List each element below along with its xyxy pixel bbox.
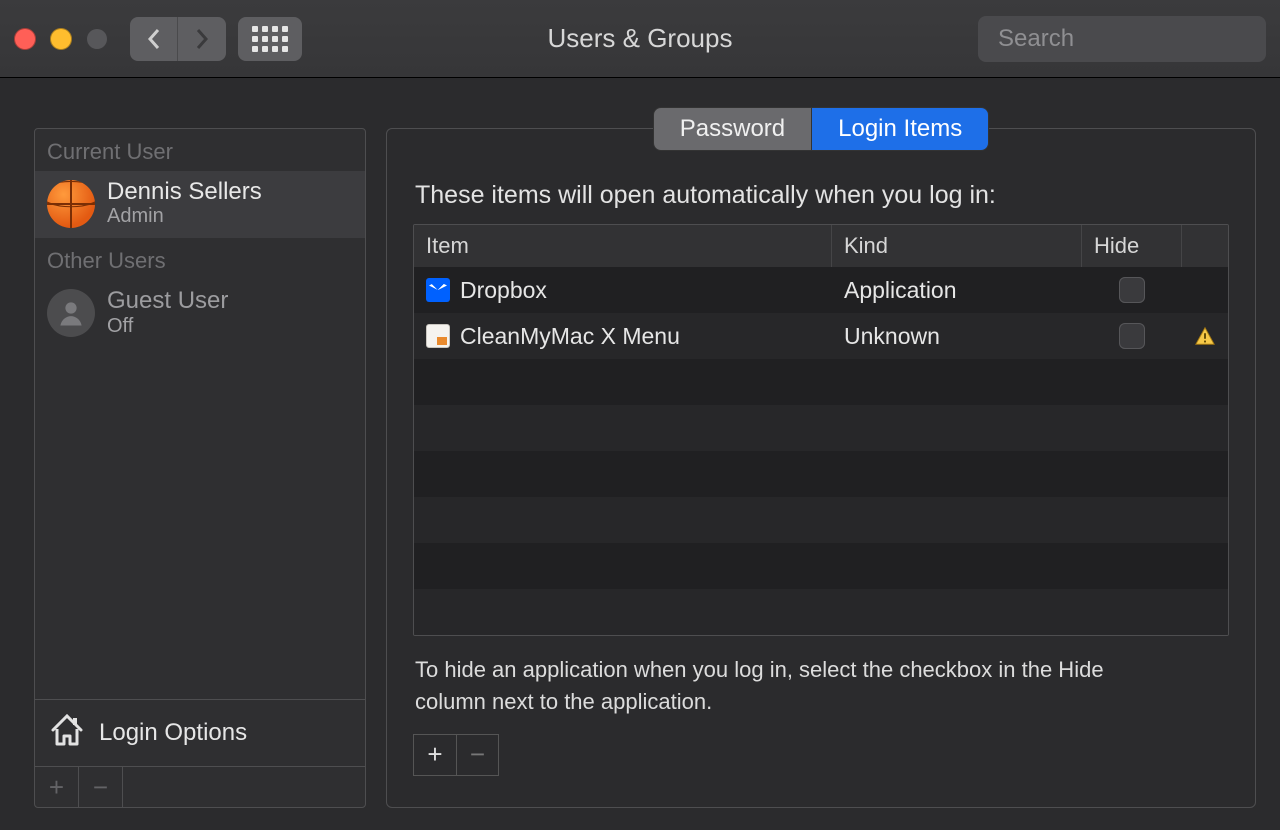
col-hide[interactable]: Hide — [1082, 225, 1182, 267]
kind-cell: Application — [832, 277, 1082, 304]
warning-cell — [1182, 322, 1228, 350]
user-status: Off — [107, 315, 228, 338]
user-name: Dennis Sellers — [107, 179, 262, 205]
forward-button[interactable] — [178, 17, 226, 61]
item-cell: CleanMyMac X Menu — [414, 323, 832, 350]
item-cell: Dropbox — [414, 277, 832, 304]
main-panel: Password Login Items These items will op… — [386, 128, 1256, 808]
minimize-window-button[interactable] — [50, 28, 72, 50]
login-options-label: Login Options — [99, 719, 247, 747]
remove-user-button[interactable]: − — [79, 767, 123, 807]
zoom-window-button[interactable] — [86, 28, 108, 50]
login-items-intro: These items will open automatically when… — [415, 181, 1227, 210]
window-controls — [14, 28, 108, 50]
login-items-add-remove: + − — [413, 734, 499, 776]
user-name: Guest User — [107, 288, 228, 314]
table-header: Item Kind Hide — [414, 225, 1228, 267]
table-row-empty — [414, 405, 1228, 451]
titlebar: Users & Groups — [0, 0, 1280, 78]
col-item[interactable]: Item — [414, 225, 832, 267]
search-field[interactable] — [978, 16, 1266, 62]
sidebar-add-remove: + − — [35, 766, 365, 807]
item-name: Dropbox — [460, 277, 547, 304]
nav-back-forward — [130, 17, 226, 61]
close-window-button[interactable] — [14, 28, 36, 50]
avatar — [47, 289, 95, 337]
sidebar: Current User Dennis Sellers Admin Other … — [34, 128, 366, 808]
table-row[interactable]: CleanMyMac X Menu Unknown — [414, 313, 1228, 359]
table-row-empty — [414, 589, 1228, 635]
table-row-empty — [414, 451, 1228, 497]
doc-icon — [426, 324, 450, 348]
table-row[interactable]: Dropbox Application — [414, 267, 1228, 313]
hide-cell — [1082, 277, 1182, 303]
add-user-button[interactable]: + — [35, 767, 79, 807]
col-kind[interactable]: Kind — [832, 225, 1082, 267]
hide-cell — [1082, 323, 1182, 349]
user-role: Admin — [107, 205, 262, 228]
grid-icon — [252, 26, 288, 52]
table-row-empty — [414, 497, 1228, 543]
search-input[interactable] — [998, 25, 1280, 53]
add-login-item-button[interactable]: + — [414, 735, 456, 775]
table-row-empty — [414, 543, 1228, 589]
avatar — [47, 180, 95, 228]
tab-bar: Password Login Items — [413, 107, 1229, 151]
hide-hint: To hide an application when you log in, … — [415, 654, 1175, 718]
other-users-header: Other Users — [35, 238, 365, 280]
tab-login-items[interactable]: Login Items — [812, 107, 989, 151]
hide-checkbox[interactable] — [1119, 277, 1145, 303]
sidebar-user-guest[interactable]: Guest User Off — [35, 280, 365, 347]
house-icon — [47, 710, 87, 756]
table-row-empty — [414, 359, 1228, 405]
login-items-table: Item Kind Hide Dropbox Application CleanMy… — [413, 224, 1229, 636]
back-button[interactable] — [130, 17, 178, 61]
kind-cell: Unknown — [832, 323, 1082, 350]
dropbox-icon — [426, 278, 450, 302]
remove-login-item-button[interactable]: − — [456, 735, 498, 775]
sidebar-user-current[interactable]: Dennis Sellers Admin — [35, 171, 365, 238]
item-name: CleanMyMac X Menu — [460, 323, 680, 350]
tab-password[interactable]: Password — [653, 107, 812, 151]
hide-checkbox[interactable] — [1119, 323, 1145, 349]
login-options-row[interactable]: Login Options — [35, 699, 365, 766]
current-user-header: Current User — [35, 129, 365, 171]
show-all-prefs-button[interactable] — [238, 17, 302, 61]
